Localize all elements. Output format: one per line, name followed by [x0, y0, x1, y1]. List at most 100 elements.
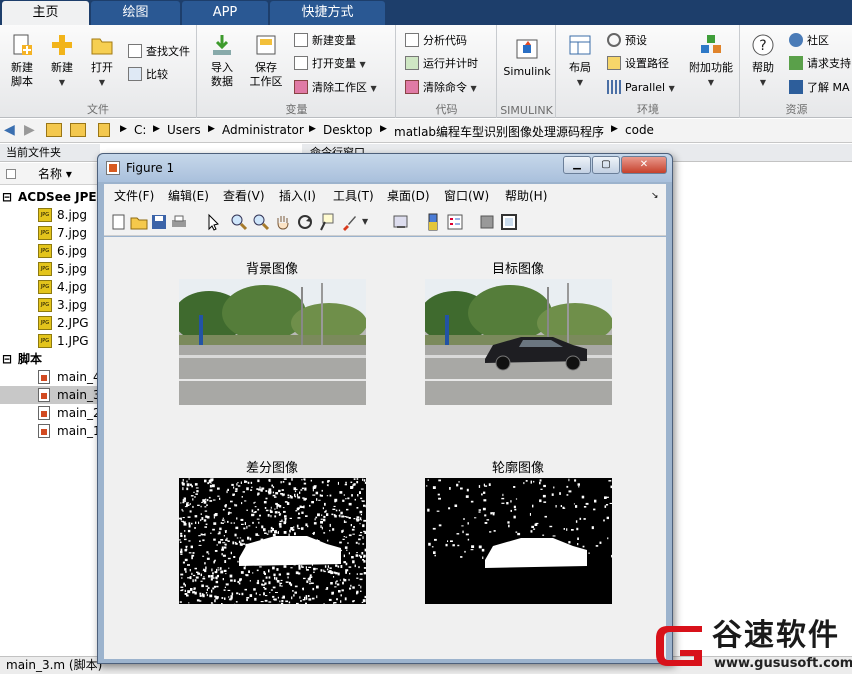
- community-button[interactable]: 社区: [789, 31, 829, 51]
- colorbar-icon[interactable]: [424, 213, 442, 231]
- data-cursor-icon[interactable]: [318, 213, 336, 231]
- link-plot-icon[interactable]: [392, 213, 410, 231]
- learn-matlab-button[interactable]: 了解 MA: [789, 78, 850, 98]
- legend-icon[interactable]: [446, 213, 464, 231]
- edit-plot-icon[interactable]: [204, 213, 222, 231]
- breadcrumb-desktop[interactable]: Desktop: [323, 123, 373, 137]
- simulink-button[interactable]: Simulink: [500, 37, 554, 79]
- open-variable-button[interactable]: 打开变量 ▼: [294, 54, 366, 74]
- open-variable-icon: [294, 56, 308, 70]
- file-row[interactable]: JPG 4.jpg: [0, 278, 100, 296]
- script-row[interactable]: main_1: [0, 422, 101, 440]
- breadcrumb-separator: ▶: [120, 124, 127, 134]
- new-button[interactable]: 新建 ▼: [44, 33, 80, 90]
- add-ons-button[interactable]: 附加功能 ▼: [685, 33, 737, 90]
- group-jpeg[interactable]: ⊟ ACDSee JPEG: [0, 188, 106, 206]
- file-row[interactable]: JPG 8.jpg: [0, 206, 100, 224]
- find-files-button[interactable]: 查找文件: [128, 42, 190, 62]
- breadcrumb-users[interactable]: Users: [167, 123, 201, 137]
- script-row[interactable]: main_2: [0, 404, 101, 422]
- clear-commands-button[interactable]: 清除命令 ▼: [405, 78, 477, 98]
- save-figure-icon[interactable]: [150, 213, 168, 231]
- compare-button[interactable]: 比较: [128, 65, 168, 85]
- file-row[interactable]: JPG 6.jpg: [0, 242, 100, 260]
- request-support-button[interactable]: 请求支持: [789, 54, 851, 74]
- menu-desktop[interactable]: 桌面(D): [387, 184, 430, 208]
- hide-plot-tools-icon[interactable]: [478, 213, 496, 231]
- breadcrumb-project-folder[interactable]: matlab编程车型识别图像处理源码程序: [394, 123, 604, 140]
- file-name: 1.JPG: [57, 334, 89, 348]
- tab-plots[interactable]: 绘图: [91, 1, 180, 25]
- menu-edit[interactable]: 编辑(E): [168, 184, 209, 208]
- menu-tools[interactable]: 工具(T): [333, 184, 374, 208]
- layout-button[interactable]: 布局 ▼: [563, 33, 597, 90]
- svg-text:?: ?: [759, 38, 766, 54]
- maximize-button[interactable]: ▢: [592, 156, 620, 174]
- new-figure-icon[interactable]: [110, 213, 128, 231]
- select-all-checkbox[interactable]: [6, 169, 16, 179]
- dropdown-arrow-icon: ▼: [370, 84, 377, 93]
- collapse-icon[interactable]: ⊟: [2, 188, 12, 206]
- analyze-code-button[interactable]: 分析代码: [405, 31, 467, 51]
- open-file-icon[interactable]: [130, 213, 148, 231]
- show-plot-tools-icon[interactable]: [500, 213, 518, 231]
- file-row[interactable]: JPG 5.jpg: [0, 260, 100, 278]
- menu-insert[interactable]: 插入(I): [279, 184, 316, 208]
- name-column-header[interactable]: 名称 ▾: [0, 163, 100, 185]
- help-button[interactable]: ? 帮助 ▼: [747, 33, 779, 90]
- breadcrumb-c[interactable]: C:: [134, 123, 146, 137]
- breadcrumb-administrator[interactable]: Administrator: [222, 123, 304, 137]
- import-data-button[interactable]: 导入 数据: [204, 33, 240, 89]
- target-image-title: 目标图像: [491, 262, 544, 277]
- menu-help[interactable]: 帮助(H): [505, 184, 547, 208]
- minimize-button[interactable]: ▁: [563, 156, 591, 174]
- breadcrumb-code[interactable]: code: [625, 123, 654, 137]
- collapse-icon[interactable]: ⊟: [2, 350, 12, 368]
- run-and-time-button[interactable]: 运行并计时: [405, 54, 478, 74]
- figure-titlebar[interactable]: Figure 1 ▁ ▢ ✕: [98, 154, 672, 182]
- file-row[interactable]: JPG 7.jpg: [0, 224, 100, 242]
- preferences-label: 预设: [625, 34, 647, 47]
- forward-arrow-icon[interactable]: ▶: [24, 122, 35, 138]
- file-row[interactable]: JPG 3.jpg: [0, 296, 100, 314]
- community-icon: [789, 33, 803, 47]
- up-folder-icon[interactable]: [46, 123, 62, 137]
- menu-view[interactable]: 查看(V): [223, 184, 265, 208]
- layout-icon: [569, 35, 591, 55]
- menu-window[interactable]: 窗口(W): [444, 184, 489, 208]
- new-variable-button[interactable]: 新建变量: [294, 31, 356, 51]
- open-button[interactable]: 打开 ▼: [84, 33, 120, 90]
- tab-apps[interactable]: APP: [182, 1, 268, 25]
- pan-hand-icon[interactable]: [274, 213, 292, 231]
- tab-shortcuts[interactable]: 快捷方式: [270, 1, 385, 25]
- simulink-label: Simulink: [503, 65, 551, 78]
- menu-file[interactable]: 文件(F): [114, 184, 154, 208]
- close-button[interactable]: ✕: [621, 156, 667, 174]
- breadcrumb-separator: ▶: [611, 124, 618, 134]
- set-path-button[interactable]: 设置路径: [607, 54, 669, 74]
- parallel-button[interactable]: Parallel ▼: [607, 78, 675, 98]
- background-image-title: 背景图像: [245, 262, 298, 277]
- dropdown-arrow-icon: ▼: [359, 60, 366, 69]
- file-row[interactable]: JPG 2.JPG: [0, 314, 100, 332]
- new-script-button[interactable]: 新建 脚本: [4, 33, 40, 89]
- file-row[interactable]: JPG 1.JPG: [0, 332, 100, 350]
- zoom-in-icon[interactable]: [230, 213, 248, 231]
- clear-workspace-button[interactable]: 清除工作区 ▼: [294, 78, 377, 98]
- dropdown-arrow-icon[interactable]: ▼: [362, 217, 368, 226]
- browse-folder-icon[interactable]: [70, 123, 86, 137]
- save-workspace-button[interactable]: 保存 工作区: [246, 33, 286, 89]
- tab-home[interactable]: 主页: [2, 1, 89, 25]
- script-row[interactable]: main_3: [0, 386, 101, 404]
- group-scripts[interactable]: ⊟ 脚本: [0, 350, 100, 368]
- print-icon[interactable]: [170, 213, 188, 231]
- undock-arrow-icon[interactable]: ↘: [651, 184, 659, 208]
- brush-icon[interactable]: [340, 213, 358, 231]
- file-section: 新建 脚本 新建 ▼ 打开 ▼ 查找文件 比较 文件: [0, 25, 197, 118]
- rotate-3d-icon[interactable]: [296, 213, 314, 231]
- script-row[interactable]: main_4: [0, 368, 101, 386]
- preferences-button[interactable]: 预设: [607, 31, 647, 51]
- back-arrow-icon[interactable]: ◀: [4, 122, 15, 138]
- zoom-out-icon[interactable]: [252, 213, 270, 231]
- learn-icon: [789, 80, 803, 94]
